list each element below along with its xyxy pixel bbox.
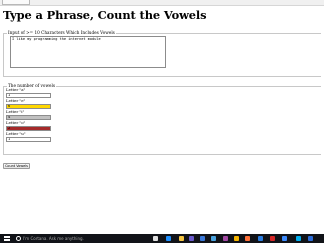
chrome-icon[interactable] (234, 236, 239, 241)
task-view-icon[interactable] (153, 236, 158, 241)
label-letter-o: Letter "o" (6, 120, 26, 125)
taskbar-search-box[interactable]: I'm Cortana. Ask me anything. (23, 235, 84, 242)
mail-icon[interactable] (200, 236, 205, 241)
start-icon[interactable] (4, 236, 10, 241)
skype-icon[interactable] (296, 236, 301, 241)
media-player-icon[interactable] (282, 236, 287, 241)
photos-icon[interactable] (211, 236, 216, 241)
browser-toolbar (0, 0, 324, 6)
phrase-input-legend: Input of >= 10 Characters Which Includes… (7, 30, 116, 35)
acrobat-icon[interactable] (270, 236, 275, 241)
store-icon[interactable] (189, 236, 194, 241)
label-letter-u: Letter "u" (6, 131, 26, 136)
onenote-icon[interactable] (223, 236, 228, 241)
browser-tab[interactable] (2, 0, 30, 5)
vowel-count-group: The number of vowels Letter "a" 1 Letter… (3, 83, 321, 155)
label-letter-a: Letter "a" (6, 87, 26, 92)
windows-icon[interactable] (308, 236, 313, 241)
phrase-input-group: Input of >= 10 Characters Which Includes… (3, 30, 321, 77)
file-explorer-icon[interactable] (179, 236, 184, 241)
phrase-textarea[interactable]: I like my programming the internet modul… (10, 36, 166, 68)
page-title: Type a Phrase, Count the Vowels (3, 8, 207, 22)
edge-icon[interactable] (166, 236, 171, 241)
firefox-icon[interactable] (245, 236, 250, 241)
label-letter-e: Letter "e" (6, 98, 26, 103)
count-vowels-button[interactable]: Count Vowels (3, 163, 30, 169)
cortana-icon[interactable] (16, 236, 21, 241)
windows-taskbar: I'm Cortana. Ask me anything. (0, 234, 324, 243)
network-icon[interactable] (258, 236, 263, 241)
label-letter-i: Letter "i" (6, 109, 25, 114)
count-field-u[interactable]: 1 (6, 137, 51, 142)
